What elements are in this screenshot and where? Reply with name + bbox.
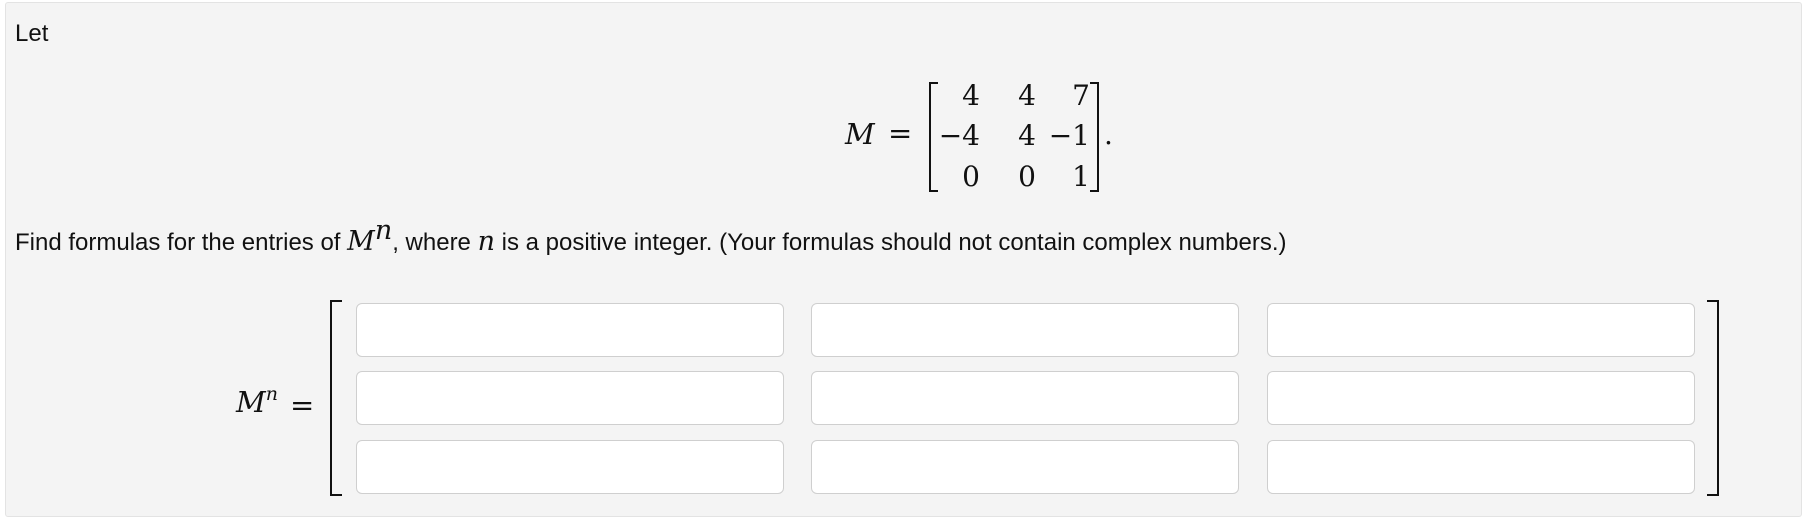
answer-entry-r2c3[interactable] — [1267, 371, 1695, 425]
question-exponent: n — [374, 215, 393, 246]
matrix-right-bracket — [1090, 82, 1099, 192]
matrix-cell: 0 — [962, 160, 980, 193]
intro-text: Let — [15, 20, 49, 47]
answer-entry-r1c2[interactable] — [811, 303, 1239, 357]
question-matrix-symbol: M — [347, 226, 375, 257]
answer-matrix-symbol: Mn — [236, 383, 278, 420]
answer-matrix-letter: M — [236, 385, 266, 419]
equals-sign: = — [888, 116, 913, 150]
matrix-cell: −1 — [1048, 119, 1090, 152]
answer-entry-r3c2[interactable] — [811, 440, 1239, 494]
answer-matrix-exponent: n — [265, 383, 278, 405]
matrix-cell: 0 — [1018, 160, 1036, 193]
matrix-cell: 4 — [1018, 79, 1036, 112]
matrix-cell: −4 — [938, 119, 980, 152]
matrix-cell: 4 — [1018, 119, 1036, 152]
answer-right-bracket — [1707, 300, 1719, 496]
answer-entry-r2c1[interactable] — [356, 371, 784, 425]
answer-entry-r2c2[interactable] — [811, 371, 1239, 425]
answer-entry-r1c1[interactable] — [356, 303, 784, 357]
matrix-period: . — [1104, 118, 1113, 151]
question-text: Find formulas for the entries of Mn, whe… — [15, 217, 1287, 257]
matrix-cell: 1 — [1072, 160, 1090, 193]
answer-equals-sign: = — [290, 388, 315, 422]
question-part2: , where — [392, 229, 478, 256]
matrix-cell: 7 — [1072, 79, 1090, 112]
question-part1: Find formulas for the entries of — [15, 229, 348, 256]
question-part3: is a positive integer. (Your formulas sh… — [494, 229, 1287, 256]
answer-entry-r1c3[interactable] — [1267, 303, 1695, 357]
matrix-symbol: M — [845, 117, 875, 151]
answer-entry-r3c1[interactable] — [356, 440, 784, 494]
matrix-cell: 4 — [962, 79, 980, 112]
answer-entry-r3c3[interactable] — [1267, 440, 1695, 494]
answer-left-bracket — [330, 300, 342, 496]
question-variable: n — [477, 226, 495, 257]
